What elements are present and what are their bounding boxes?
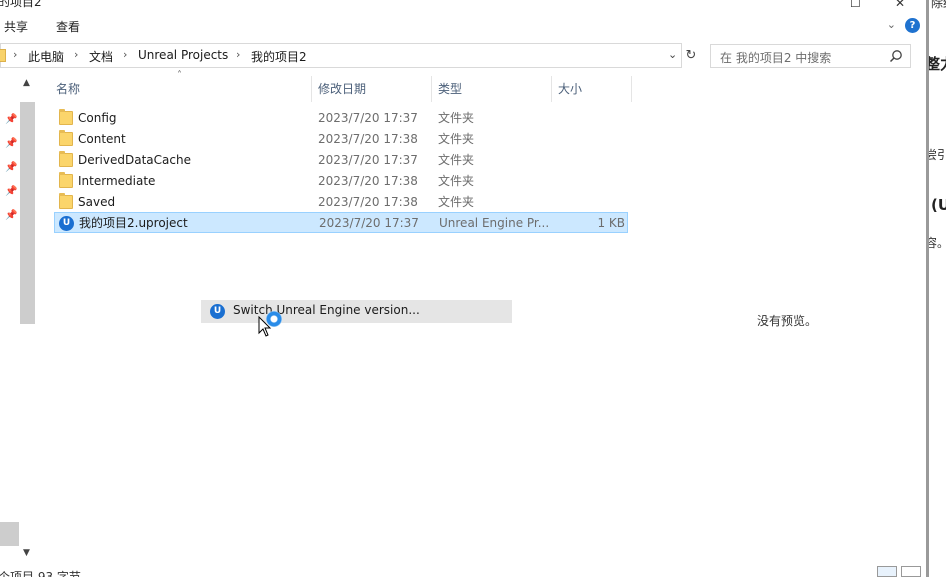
edge-text: (U	[931, 196, 946, 214]
file-name: Content	[78, 132, 126, 146]
window-title: 的项目2	[0, 0, 42, 9]
file-date: 2023/7/20 17:37	[319, 216, 419, 230]
status-text: 个项目 93 字节	[0, 570, 81, 577]
breadcrumb-separator[interactable]: ›	[74, 48, 78, 61]
file-size	[554, 192, 624, 213]
search-input[interactable]: 在 我的项目2 中搜索	[710, 44, 911, 68]
file-row-selected[interactable]: U 我的项目2.uproject 2023/7/20 17:37 Unreal …	[54, 212, 628, 233]
unreal-engine-icon: U	[59, 216, 74, 231]
maximize-button[interactable]: ☐	[850, 0, 861, 10]
preview-pane-text: 没有预览。	[757, 314, 818, 328]
breadcrumb-separator[interactable]: ›	[236, 48, 240, 61]
file-name: 我的项目2.uproject	[79, 216, 188, 230]
file-size	[554, 171, 624, 192]
file-name: Intermediate	[78, 174, 156, 188]
title-bar: 的项目2 ☐ ✕	[0, 0, 926, 12]
file-name: DerivedDataCache	[78, 153, 191, 167]
folder-icon	[59, 193, 73, 209]
address-bar[interactable]: › 此电脑 › 文档 › Unreal Projects › 我的项目2 ⌄	[0, 43, 682, 68]
folder-icon	[59, 172, 73, 188]
switch-engine-version-menu-item[interactable]: U Switch Unreal Engine version...	[201, 300, 512, 323]
file-type: 文件夹	[438, 132, 475, 146]
navigation-pane: ▲ 📌 📌 📌 📌 📌	[0, 72, 40, 552]
search-icon[interactable]	[889, 49, 903, 63]
file-size	[554, 150, 624, 171]
ribbon-tabs: 共享 查看 ⌄ ?	[0, 12, 926, 40]
file-type: 文件夹	[438, 195, 475, 209]
folder-icon	[59, 151, 73, 167]
column-header-size[interactable]: 大小	[552, 76, 632, 102]
file-date: 2023/7/20 17:38	[318, 195, 418, 209]
column-header-row: ˄ 名称 修改日期 类型 大小	[50, 70, 632, 102]
details-view-icon[interactable]	[877, 566, 897, 577]
background-window-edge: 除结 整力 尝引 (U 容。	[926, 0, 946, 577]
edge-text: 尝引	[926, 148, 946, 162]
breadcrumb-separator[interactable]: ›	[123, 48, 127, 61]
search-placeholder: 在 我的项目2 中搜索	[720, 51, 832, 65]
file-type: 文件夹	[438, 174, 475, 188]
file-name: Saved	[78, 195, 116, 209]
breadcrumb-documents[interactable]: 文档	[89, 48, 113, 65]
column-header-date[interactable]: 修改日期	[312, 76, 432, 102]
file-size: 1 KB	[597, 216, 625, 230]
large-icons-view-icon[interactable]	[901, 566, 921, 577]
file-type: Unreal Engine Pr...	[439, 216, 550, 230]
folder-icon	[0, 49, 6, 62]
nav-scrollbar-thumb[interactable]	[0, 522, 19, 546]
edge-text: 容。	[926, 236, 946, 250]
menu-item-label: Switch Unreal Engine version...	[233, 303, 420, 317]
pin-icon[interactable]: 📌	[5, 138, 17, 149]
breadcrumb-separator[interactable]: ›	[13, 48, 17, 61]
file-date: 2023/7/20 17:37	[318, 111, 418, 125]
pin-icon[interactable]: 📌	[5, 114, 17, 125]
file-row[interactable]: Config 2023/7/20 17:37 文件夹	[54, 108, 628, 129]
close-button[interactable]: ✕	[895, 0, 905, 10]
nav-scrollbar[interactable]	[20, 102, 35, 324]
pin-icon[interactable]: 📌	[5, 210, 17, 221]
file-size	[554, 108, 624, 129]
breadcrumb-my-project[interactable]: 我的项目2	[251, 48, 307, 65]
status-bar: 个项目 93 字节	[0, 566, 926, 577]
nav-scroll-down-icon[interactable]: ▼	[23, 548, 30, 558]
unreal-engine-icon: U	[210, 304, 225, 319]
tab-share[interactable]: 共享	[4, 18, 28, 35]
tab-view[interactable]: 查看	[56, 18, 80, 35]
file-explorer-window: 的项目2 ☐ ✕ 共享 查看 ⌄ ? › 此电脑 › 文档 › Unreal P…	[0, 0, 926, 577]
file-row[interactable]: Intermediate 2023/7/20 17:38 文件夹	[54, 171, 628, 192]
file-row[interactable]: DerivedDataCache 2023/7/20 17:37 文件夹	[54, 150, 628, 171]
nav-scroll-up-icon[interactable]: ▲	[23, 78, 30, 88]
edge-text: 除结	[931, 0, 946, 10]
file-date: 2023/7/20 17:38	[318, 132, 418, 146]
file-date: 2023/7/20 17:38	[318, 174, 418, 188]
file-date: 2023/7/20 17:37	[318, 153, 418, 167]
busy-spinner-icon	[266, 311, 282, 327]
pin-icon[interactable]: 📌	[5, 162, 17, 173]
folder-icon	[59, 109, 73, 125]
file-type: 文件夹	[438, 111, 475, 125]
file-size	[554, 129, 624, 150]
column-header-type[interactable]: 类型	[432, 76, 552, 102]
breadcrumb-this-pc[interactable]: 此电脑	[28, 48, 64, 65]
refresh-icon[interactable]: ↻	[682, 43, 700, 68]
folder-icon	[59, 130, 73, 146]
address-dropdown-icon[interactable]: ⌄	[668, 48, 677, 61]
file-row[interactable]: Content 2023/7/20 17:38 文件夹	[54, 129, 628, 150]
file-type: 文件夹	[438, 153, 475, 167]
expand-ribbon-chevron-icon[interactable]: ⌄	[887, 18, 896, 31]
pin-icon[interactable]: 📌	[5, 186, 17, 197]
column-header-name[interactable]: 名称	[50, 76, 312, 102]
edge-text: 整力	[926, 55, 946, 73]
help-icon[interactable]: ?	[905, 18, 920, 33]
file-name: Config	[78, 111, 117, 125]
breadcrumb-unreal-projects[interactable]: Unreal Projects	[138, 48, 228, 62]
file-row[interactable]: Saved 2023/7/20 17:38 文件夹	[54, 192, 628, 213]
